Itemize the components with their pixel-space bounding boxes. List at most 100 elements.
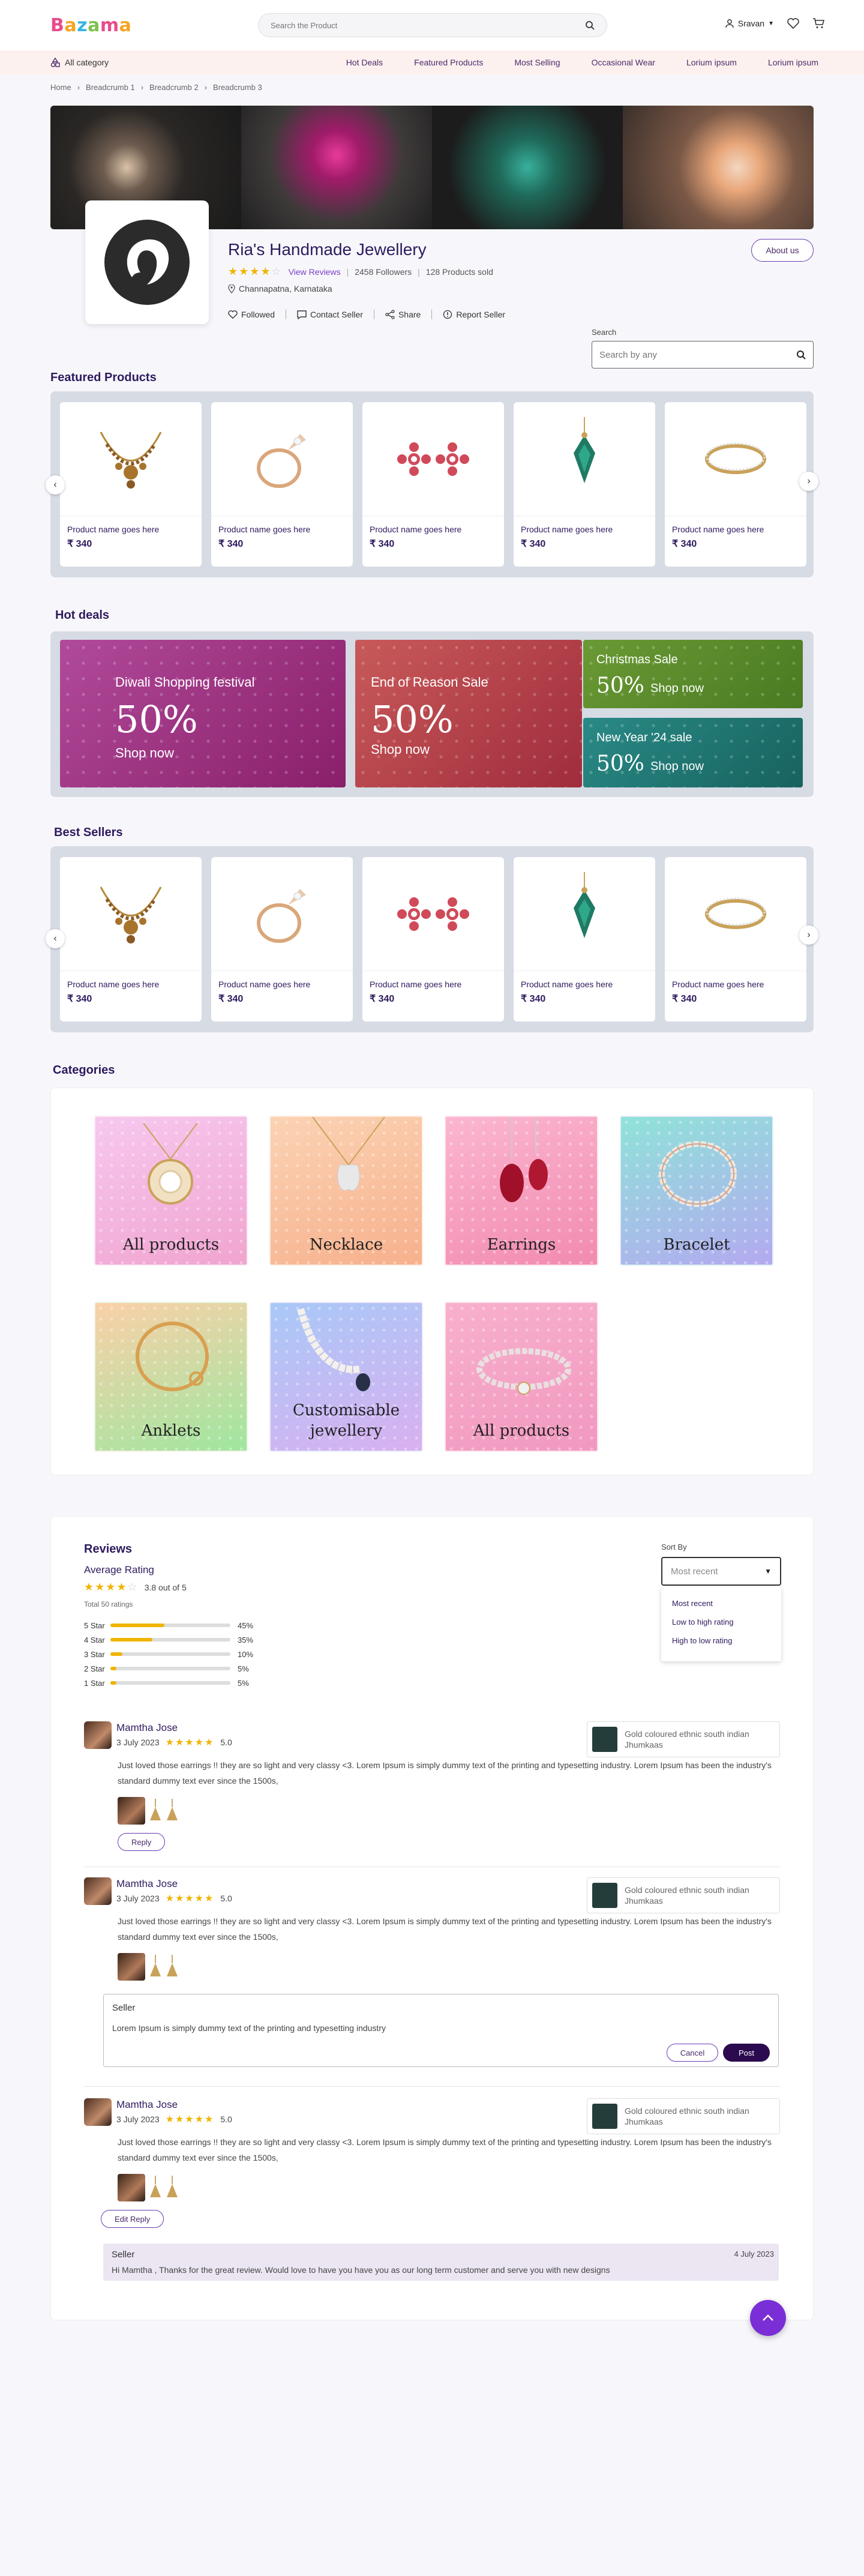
- review-date: 3 July 2023: [116, 1894, 160, 1903]
- category-all-products-2[interactable]: All products: [445, 1302, 598, 1452]
- cancel-button[interactable]: Cancel: [667, 2044, 718, 2062]
- product-card[interactable]: Product name goes here ₹ 340: [514, 402, 655, 567]
- jhumka-earring-icon[interactable]: [166, 2176, 179, 2200]
- global-search[interactable]: [258, 13, 607, 37]
- jhumka-earring-icon[interactable]: [166, 1799, 179, 1823]
- deal-cta[interactable]: Shop now: [115, 745, 174, 761]
- sort-option-low-to-high[interactable]: Low to high rating: [661, 1613, 781, 1631]
- carousel-prev-button[interactable]: ‹: [46, 929, 65, 948]
- share-button[interactable]: Share: [385, 310, 421, 319]
- seller-reply: Seller 4 July 2023 Hi Mamtha , Thanks fo…: [103, 2243, 779, 2281]
- category-bracelet[interactable]: Bracelet: [620, 1116, 773, 1266]
- product-name: Product name goes here: [218, 980, 311, 989]
- breadcrumb-2[interactable]: Breadcrumb 2: [149, 83, 199, 92]
- wishlist-heart-icon[interactable]: [787, 18, 799, 29]
- global-search-input[interactable]: [271, 20, 585, 30]
- search-icon[interactable]: [796, 350, 806, 360]
- product-card[interactable]: Product name goes here ₹ 340: [60, 857, 202, 1022]
- review-text: Just loved those earrings !! they are so…: [118, 1760, 772, 1786]
- report-seller-label: Report Seller: [456, 310, 506, 319]
- sort-option-most-recent[interactable]: Most recent: [661, 1594, 781, 1613]
- product-card[interactable]: Product name goes here ₹ 340: [211, 402, 353, 567]
- carousel-next-button[interactable]: ›: [799, 472, 818, 491]
- reviewed-product[interactable]: Gold coloured ethnic south indian Jhumka…: [587, 2098, 780, 2134]
- about-us-button[interactable]: About us: [751, 239, 814, 262]
- review-item: Mamtha Jose 3 July 2023 ★★★★★ 5.0 Gold col…: [84, 1877, 780, 1981]
- edit-reply-button[interactable]: Edit Reply: [101, 2210, 164, 2228]
- view-reviews-link[interactable]: View Reviews: [289, 267, 341, 277]
- followed-button[interactable]: Followed: [228, 310, 275, 319]
- product-card[interactable]: Product name goes here ₹ 340: [211, 857, 353, 1022]
- nav-occasional-wear[interactable]: Occasional Wear: [592, 58, 655, 67]
- deal-cta[interactable]: Shop now: [371, 742, 430, 757]
- reply-button[interactable]: Reply: [118, 1833, 166, 1851]
- deal-card-christmas[interactable]: Christmas Sale 50% Shop now: [583, 640, 803, 708]
- sort-select[interactable]: Most recent ▼: [661, 1557, 781, 1586]
- post-button[interactable]: Post: [723, 2044, 770, 2062]
- rating-bar-label: 2 Star: [84, 1664, 105, 1673]
- category-customisable-jewellery[interactable]: Customisable jewellery: [269, 1302, 423, 1452]
- breadcrumb-home[interactable]: Home: [50, 83, 71, 92]
- necklace-image-icon: [312, 1117, 385, 1191]
- contact-seller-button[interactable]: Contact Seller: [297, 310, 363, 319]
- deal-cta[interactable]: Shop now: [650, 760, 704, 774]
- category-all-products[interactable]: All products: [94, 1116, 248, 1266]
- breadcrumb-1[interactable]: Breadcrumb 1: [86, 83, 135, 92]
- deal-cta[interactable]: Shop now: [650, 682, 704, 696]
- best-sellers-title: Best Sellers: [54, 826, 123, 839]
- rating-bar-fill: [110, 1681, 116, 1685]
- jhumka-earring-icon[interactable]: [149, 1799, 162, 1823]
- rating-bar-row: 4 Star 35%: [84, 1633, 253, 1647]
- all-category-button[interactable]: All category: [50, 58, 109, 67]
- average-rating-text: 3.8 out of 5: [144, 1582, 187, 1592]
- featured-products-title: Featured Products: [50, 371, 157, 384]
- nav-hot-deals[interactable]: Hot Deals: [346, 58, 383, 67]
- category-anklets[interactable]: Anklets: [94, 1302, 248, 1452]
- deal-card-diwali[interactable]: Diwali Shopping festival 50% Shop now: [60, 640, 346, 787]
- report-seller-button[interactable]: Report Seller: [443, 310, 505, 319]
- sort-option-high-to-low[interactable]: High to low rating: [661, 1631, 781, 1650]
- nav-lorium-ipsum-2[interactable]: Lorium ipsum: [768, 58, 818, 67]
- product-card[interactable]: Product name goes here ₹ 340: [362, 857, 504, 1022]
- review-item: Mamtha Jose 3 July 2023 ★★★★★ 5.0 Gold col…: [84, 2098, 780, 2228]
- product-price: ₹ 340: [218, 994, 244, 1004]
- jhumka-earring-icon[interactable]: [149, 1955, 162, 1979]
- product-card[interactable]: Product name goes here ₹ 340: [362, 402, 504, 567]
- nav-lorium-ipsum-1[interactable]: Lorium ipsum: [686, 58, 737, 67]
- share-icon: [385, 310, 395, 319]
- deal-percent: 50%: [115, 697, 198, 741]
- jhumka-earring-icon[interactable]: [149, 2176, 162, 2200]
- nav-most-selling[interactable]: Most Selling: [514, 58, 560, 67]
- shop-search[interactable]: [592, 341, 814, 369]
- carousel-prev-button[interactable]: ‹: [46, 475, 65, 495]
- product-card[interactable]: Product name goes here ₹ 340: [665, 857, 806, 1022]
- review-photo[interactable]: [118, 2174, 145, 2201]
- shop-search-input[interactable]: [599, 349, 796, 360]
- review-photo[interactable]: [118, 1797, 145, 1825]
- deal-card-end-of-reason[interactable]: End of Reason Sale 50% Shop now: [355, 640, 582, 787]
- cart-icon[interactable]: [812, 18, 824, 29]
- category-necklace[interactable]: Necklace: [269, 1116, 423, 1266]
- seller-reply-date: 4 July 2023: [734, 2249, 775, 2259]
- product-name: Product name goes here: [67, 980, 160, 989]
- carousel-next-button[interactable]: ›: [799, 925, 818, 945]
- scroll-to-top-button[interactable]: [750, 2300, 786, 2336]
- nav-featured-products[interactable]: Featured Products: [414, 58, 483, 67]
- jhumka-earring-icon[interactable]: [166, 1955, 179, 1979]
- reviewed-product[interactable]: Gold coloured ethnic south indian Jhumka…: [587, 1721, 780, 1757]
- deal-card-new-year[interactable]: New Year '24 sale 50% Shop now: [583, 718, 803, 787]
- followers-count: 2458 Followers: [355, 266, 412, 277]
- category-earrings[interactable]: Earrings: [445, 1116, 598, 1266]
- product-name: Product name goes here: [521, 525, 613, 534]
- product-card[interactable]: Product name goes here ₹ 340: [60, 402, 202, 567]
- product-card[interactable]: Product name goes here ₹ 340: [665, 402, 806, 567]
- user-menu[interactable]: Sravan ▼: [725, 19, 774, 28]
- reviewer-name: Mamtha Jose: [116, 1878, 178, 1889]
- review-photo[interactable]: [118, 1953, 145, 1981]
- reviewed-product[interactable]: Gold coloured ethnic south indian Jhumka…: [587, 1877, 780, 1913]
- reply-textarea[interactable]: Lorem Ipsum is simply dummy text of the …: [112, 2023, 386, 2033]
- product-card[interactable]: Product name goes here ₹ 340: [514, 857, 655, 1022]
- search-icon[interactable]: [585, 20, 595, 30]
- brand-logo[interactable]: Bazama: [50, 15, 131, 36]
- chevron-right-icon: ›: [807, 476, 811, 486]
